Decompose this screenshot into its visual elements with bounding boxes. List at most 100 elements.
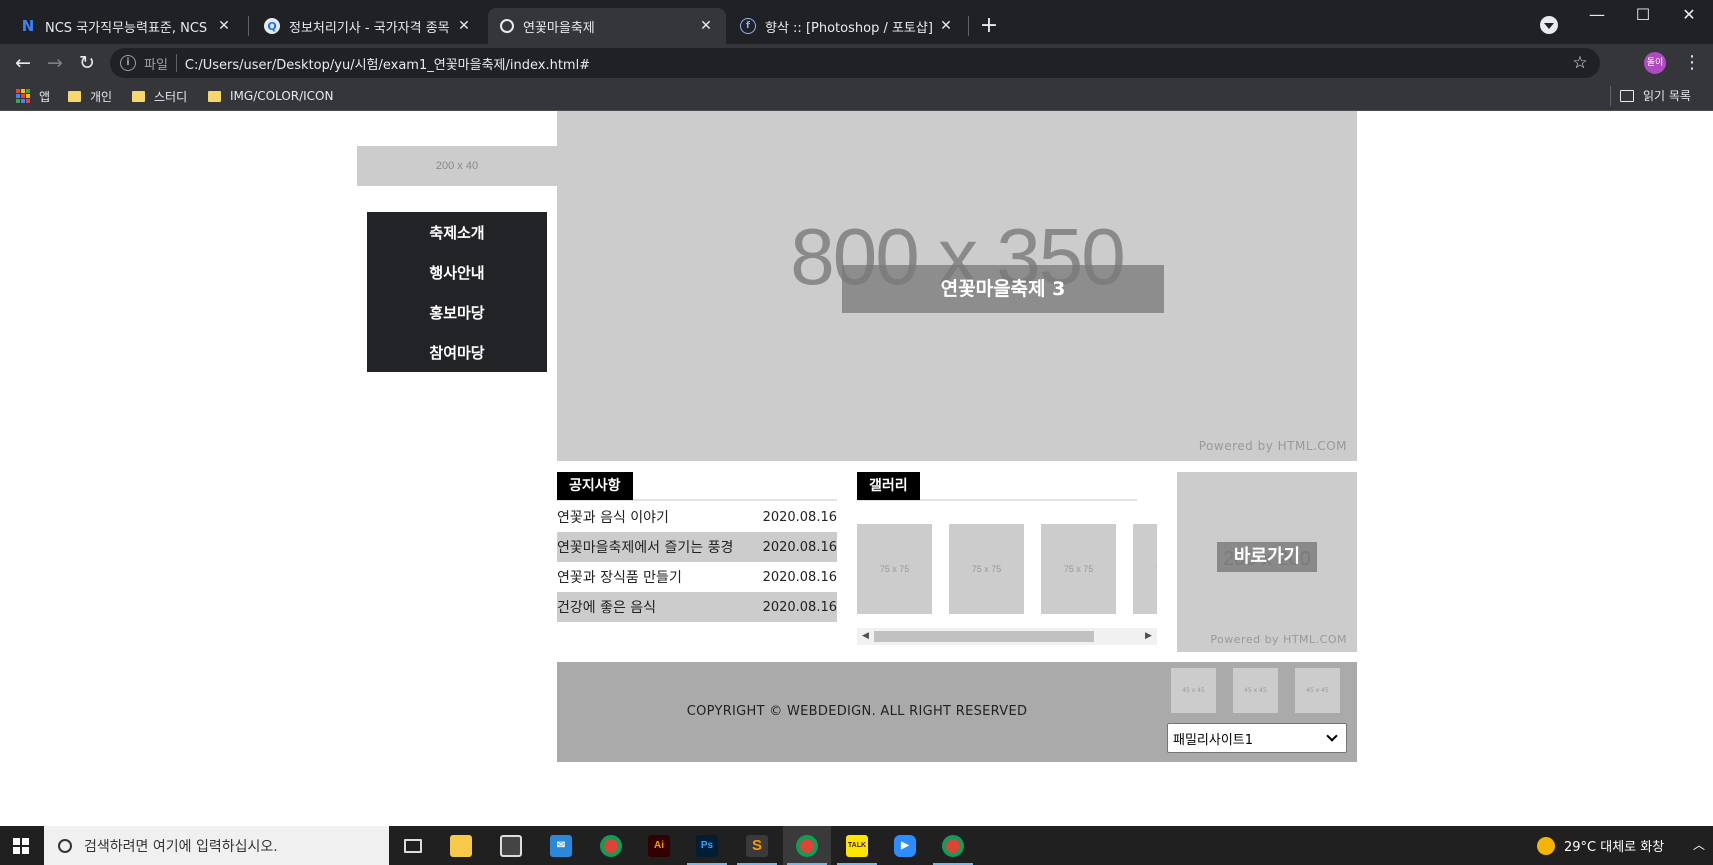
browser-toolbar: ← → ↻ i 파일 C:/Users/user/Desktop/yu/시험/e… bbox=[0, 44, 1713, 81]
task-view-icon bbox=[404, 838, 422, 853]
scrollbar-thumb[interactable] bbox=[874, 631, 1094, 642]
family-site-select[interactable]: 패밀리사이트1 bbox=[1167, 723, 1347, 753]
scroll-left-icon[interactable]: ◀ bbox=[857, 628, 874, 645]
family-site-selected: 패밀리사이트1 bbox=[1173, 732, 1254, 748]
gallery-horizontal-scrollbar[interactable]: ◀ ▶ bbox=[857, 628, 1157, 645]
sns-icon[interactable]: 45 x 45 bbox=[1171, 668, 1216, 713]
new-tab-button[interactable]: + bbox=[975, 12, 1003, 40]
taskbar-chrome-profile[interactable] bbox=[783, 826, 831, 865]
photoshop-icon: Ps bbox=[696, 834, 718, 857]
illustrator-icon: Ai bbox=[648, 834, 670, 857]
sns-icon[interactable]: 45 x 45 bbox=[1295, 668, 1340, 713]
shortcut-label: 바로가기 bbox=[1217, 542, 1317, 572]
taskbar-search-placeholder: 검색하려면 여기에 입력하십시오. bbox=[84, 838, 278, 855]
notice-section: 공지사항 연꽃과 음식 이야기 2020.08.16 연꽃마을축제에서 즐기는 … bbox=[557, 472, 837, 622]
reload-icon[interactable]: ↻ bbox=[72, 48, 102, 78]
bookmark-folder-personal[interactable]: 개인 bbox=[68, 87, 112, 105]
info-icon[interactable]: i bbox=[120, 55, 136, 71]
notice-title[interactable]: 연꽃마을축제에서 즐기는 풍경 bbox=[557, 537, 733, 557]
window-close-button[interactable]: ✕ bbox=[1666, 0, 1712, 32]
taskbar-sublime[interactable]: S bbox=[733, 826, 781, 865]
tab-separator bbox=[968, 16, 969, 36]
taskbar-zoom[interactable]: ▶ bbox=[881, 826, 929, 865]
bookmark-label: 스터디 bbox=[154, 89, 188, 104]
weather-widget[interactable]: 29°C 대체로 화창 bbox=[1537, 826, 1664, 865]
notice-title[interactable]: 연꽃과 음식 이야기 bbox=[557, 507, 669, 527]
list-item[interactable]: 건강에 좋은 음식 2020.08.16 bbox=[557, 592, 837, 622]
menu-item-participation[interactable]: 참여마당 bbox=[367, 332, 547, 372]
tab-notice[interactable]: 공지사항 bbox=[557, 472, 633, 500]
bookmark-folder-study[interactable]: 스터디 bbox=[132, 87, 187, 105]
reading-list-button[interactable]: 읽기 목록 bbox=[1620, 87, 1691, 104]
taskbar-file-explorer[interactable] bbox=[437, 826, 485, 865]
gallery-thumbnail[interactable]: 75 x 75 bbox=[1041, 524, 1116, 614]
address-bar[interactable]: i 파일 C:/Users/user/Desktop/yu/시험/exam1_연… bbox=[110, 48, 1600, 78]
folder-icon bbox=[208, 90, 221, 102]
gallery-thumbnails: 75 x 75 75 x 75 75 x 75 75 x 75 bbox=[857, 524, 1157, 616]
bookmark-folder-img-color-icon[interactable]: IMG/COLOR/ICON bbox=[208, 87, 333, 105]
browser-menu-icon[interactable]: ⋮ bbox=[1680, 48, 1704, 78]
gallery-thumbnail[interactable]: 75 x 75 bbox=[949, 524, 1024, 614]
minimize-button[interactable]: — bbox=[1574, 0, 1620, 32]
taskbar-photoshop[interactable]: Ps bbox=[683, 826, 731, 865]
tab-active-festival[interactable]: 연꽃마을축제 ✕ bbox=[488, 8, 726, 44]
file-explorer-icon bbox=[450, 834, 472, 857]
chrome-icon bbox=[600, 834, 622, 857]
taskbar-chrome-profile-2[interactable] bbox=[929, 826, 977, 865]
taskbar-mail[interactable]: ✉ bbox=[537, 826, 585, 865]
close-icon[interactable]: ✕ bbox=[698, 18, 714, 34]
close-icon[interactable]: ✕ bbox=[938, 18, 954, 34]
store-icon bbox=[500, 834, 522, 857]
maximize-button[interactable]: ☐ bbox=[1620, 0, 1666, 32]
notice-date: 2020.08.16 bbox=[762, 509, 837, 525]
tab-title: NCS 국가직무능력표준, NCS 블로그 bbox=[45, 20, 210, 36]
taskbar-kakaotalk[interactable]: TALK bbox=[833, 826, 881, 865]
bookmark-star-icon[interactable]: ☆ bbox=[1560, 48, 1600, 78]
bookmark-apps[interactable]: 앱 bbox=[16, 87, 50, 105]
chevron-down-icon bbox=[1326, 730, 1338, 742]
gallery-section: 갤러리 75 x 75 75 x 75 75 x 75 75 x 75 ◀ ▶ bbox=[857, 472, 1157, 645]
back-arrow-icon[interactable]: ← bbox=[8, 48, 38, 78]
tab-ncs[interactable]: N NCS 국가직무능력표준, NCS 블로그 ✕ bbox=[8, 8, 244, 44]
task-view-button[interactable] bbox=[389, 826, 437, 865]
tab-photoshop-blog[interactable]: f 향삭 :: [Photoshop / 포토샵] 이미지 ✕ bbox=[728, 8, 966, 44]
taskbar-chrome[interactable] bbox=[587, 826, 635, 865]
close-icon[interactable]: ✕ bbox=[216, 18, 232, 34]
taskbar-store[interactable] bbox=[487, 826, 535, 865]
gallery-thumbnail[interactable]: 75 x 75 bbox=[857, 524, 932, 614]
menu-item-festival-intro[interactable]: 축제소개 bbox=[367, 212, 547, 252]
bookmarks-bar: 앱 개인 스터디 IMG/COLOR/ICON 읽기 목록 bbox=[0, 81, 1713, 111]
url-text[interactable]: C:/Users/user/Desktop/yu/시험/exam1_연꽃마을축제… bbox=[185, 54, 590, 73]
weather-text: 29°C 대체로 화창 bbox=[1564, 840, 1665, 855]
ncs-favicon: N bbox=[21, 17, 35, 35]
notice-date: 2020.08.16 bbox=[762, 569, 837, 585]
list-item[interactable]: 연꽃마을축제에서 즐기는 풍경 2020.08.16 bbox=[557, 532, 837, 562]
shortcut-powered-by: Powered by HTML.COM bbox=[1210, 633, 1347, 646]
blog-favicon: f bbox=[740, 18, 756, 34]
site-logo[interactable]: 200 x 40 bbox=[357, 146, 557, 186]
start-button[interactable] bbox=[0, 826, 44, 865]
close-icon[interactable]: ✕ bbox=[456, 18, 472, 34]
kakaotalk-icon: TALK bbox=[846, 834, 868, 857]
tab-search-icon[interactable] bbox=[1540, 16, 1558, 34]
gallery-thumbnail[interactable]: 75 x 75 bbox=[1133, 524, 1157, 614]
show-hidden-icons-chevron-icon[interactable]: ︿ bbox=[1688, 826, 1710, 865]
tab-gallery[interactable]: 갤러리 bbox=[857, 472, 920, 500]
menu-item-promotion[interactable]: 홍보마당 bbox=[367, 292, 547, 332]
profile-avatar[interactable]: 돌이 bbox=[1644, 52, 1666, 74]
forward-arrow-icon[interactable]: → bbox=[40, 48, 70, 78]
sns-icon[interactable]: 45 x 45 bbox=[1233, 668, 1278, 713]
notice-title[interactable]: 연꽃과 장식품 만들기 bbox=[557, 567, 682, 587]
reading-list-icon bbox=[1620, 89, 1634, 102]
list-item[interactable]: 연꽃과 장식품 만들기 2020.08.16 bbox=[557, 562, 837, 592]
taskbar-illustrator[interactable]: Ai bbox=[635, 826, 683, 865]
tab-qnet[interactable]: Q 정보처리기사 - 국가자격 종목별 ✕ bbox=[252, 8, 484, 44]
notice-title[interactable]: 건강에 좋은 음식 bbox=[557, 597, 656, 617]
list-item[interactable]: 연꽃과 음식 이야기 2020.08.16 bbox=[557, 502, 837, 532]
taskbar-search-box[interactable]: 검색하려면 여기에 입력하십시오. bbox=[44, 826, 389, 865]
notice-date: 2020.08.16 bbox=[762, 599, 837, 615]
menu-item-event-guide[interactable]: 행사안내 bbox=[367, 252, 547, 292]
shortcut-banner[interactable]: 200 x 200 바로가기 Powered by HTML.COM bbox=[1177, 472, 1357, 652]
notice-list: 연꽃과 음식 이야기 2020.08.16 연꽃마을축제에서 즐기는 풍경 20… bbox=[557, 502, 837, 622]
scroll-right-icon[interactable]: ▶ bbox=[1140, 628, 1157, 645]
